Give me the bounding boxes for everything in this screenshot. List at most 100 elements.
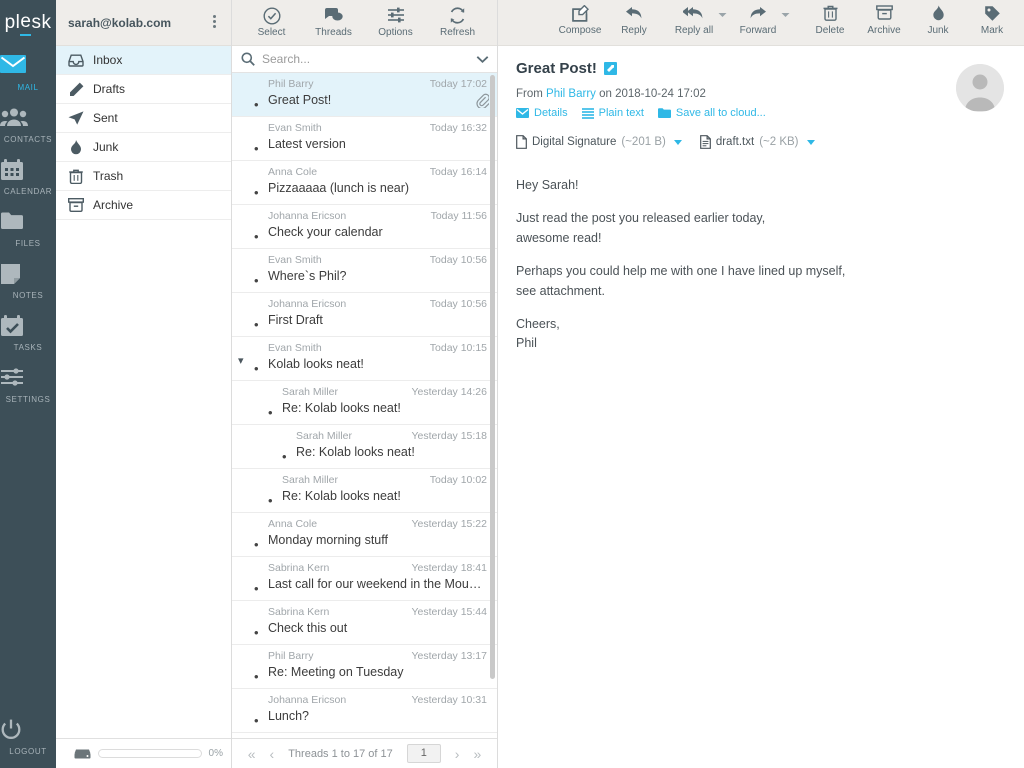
message-list-item[interactable]: Phil BarryYesterday 13:17•Re: Meeting on…	[232, 645, 497, 689]
reply-label: Reply	[612, 25, 656, 36]
options-button[interactable]: Options	[374, 7, 418, 38]
threads-label: Threads	[312, 27, 356, 38]
message-sender: Anna Cole	[268, 166, 430, 178]
folder-item-drafts[interactable]: Drafts	[56, 75, 231, 104]
prev-page-button[interactable]: ‹	[270, 746, 275, 762]
unread-dot-icon: •	[268, 406, 273, 419]
rail-item-calendar[interactable]: CALENDAR	[0, 150, 56, 202]
page-number-input[interactable]: 1	[407, 744, 441, 763]
attachment-draft-txt[interactable]: draft.txt (~2 KB)	[700, 135, 815, 149]
mark-button[interactable]: Mark	[970, 5, 1014, 36]
message-meta: Johanna EricsonToday 11:56	[268, 210, 487, 222]
logo-text-u: e	[20, 11, 31, 36]
search-bar[interactable]	[232, 46, 497, 73]
unread-dot-icon: •	[254, 186, 259, 199]
message-list-item[interactable]: Johanna EricsonToday 11:56•Check your ca…	[232, 205, 497, 249]
folder-item-sent[interactable]: Sent	[56, 104, 231, 133]
message-list-item[interactable]: Johanna EricsonYesterday 10:31•Lunch?	[232, 689, 497, 733]
flame-icon	[68, 139, 84, 155]
message-subject: First Draft	[268, 313, 487, 327]
forward-button[interactable]: Forward	[732, 5, 784, 36]
message-date: Yesterday 14:26	[411, 386, 487, 398]
quota-bar: 0%	[56, 738, 231, 768]
threads-button[interactable]: Threads	[312, 7, 356, 38]
message-list-item[interactable]: Phil BarryToday 17:02•Great Post!	[232, 73, 497, 117]
reply-all-button[interactable]: Reply all	[666, 5, 722, 36]
message-list-item[interactable]: Evan SmithToday 10:56•Where`s Phil?	[232, 249, 497, 293]
rail-item-tasks[interactable]: TASKS	[0, 306, 56, 358]
next-page-button[interactable]: ›	[455, 746, 460, 762]
attachment-name-1: draft.txt	[716, 136, 754, 148]
delete-button[interactable]: Delete	[808, 5, 852, 36]
message-date: Today 11:56	[431, 210, 487, 222]
compose-button[interactable]: Compose	[558, 5, 602, 36]
archive-button[interactable]: Archive	[862, 5, 906, 36]
message-list-scrollbar[interactable]	[490, 73, 495, 738]
message-date: Today 10:56	[430, 298, 487, 310]
folder-item-inbox[interactable]: Inbox	[56, 46, 231, 75]
message-list-item[interactable]: Sarah MillerToday 10:02•Re: Kolab looks …	[232, 469, 497, 513]
list-toolbar: Select Threads Options	[232, 0, 497, 46]
account-menu-icon[interactable]	[207, 15, 221, 30]
refresh-label: Refresh	[436, 27, 480, 38]
folder-label-junk: Junk	[93, 140, 118, 154]
forward-dropdown-icon[interactable]	[781, 12, 790, 18]
thread-expand-icon[interactable]: ▾	[238, 354, 244, 367]
delete-label: Delete	[808, 25, 852, 36]
message-body-paragraph: Hey Sarah!	[516, 176, 1006, 195]
attachment-dropdown-icon-0[interactable]	[674, 140, 682, 145]
details-label: Details	[534, 107, 568, 119]
refresh-button[interactable]: Refresh	[436, 7, 480, 38]
reply-all-dropdown-icon[interactable]	[718, 12, 727, 18]
inbox-icon	[68, 52, 84, 68]
reply-button[interactable]: Reply	[612, 5, 656, 36]
sender-avatar	[956, 64, 1004, 112]
message-date: Today 10:56	[430, 254, 487, 266]
message-list-item[interactable]: Sabrina KernYesterday 18:41•Last call fo…	[232, 557, 497, 601]
search-input[interactable]	[262, 52, 469, 66]
search-icon	[241, 52, 255, 66]
rail-item-logout[interactable]: LOGOUT	[0, 710, 56, 762]
message-subject: Where`s Phil?	[268, 269, 487, 283]
rail-item-contacts[interactable]: CONTACTS	[0, 98, 56, 150]
junk-button[interactable]: Junk	[916, 5, 960, 36]
select-button[interactable]: Select	[250, 7, 294, 38]
trash-icon	[68, 168, 84, 184]
message-subject: Re: Kolab looks neat!	[296, 445, 487, 459]
rail-label-mail: MAIL	[0, 83, 56, 92]
message-list-item[interactable]: Johanna EricsonToday 10:56•First Draft	[232, 293, 497, 337]
save-to-cloud-action[interactable]: Save all to cloud...	[658, 107, 766, 119]
folder-item-trash[interactable]: Trash	[56, 162, 231, 191]
message-list-item[interactable]: Anna ColeToday 16:14•Pizzaaaaa (lunch is…	[232, 161, 497, 205]
message-list-scroll: Phil BarryToday 17:02•Great Post!Evan Sm…	[232, 73, 497, 738]
message-date: Yesterday 15:44	[411, 606, 487, 618]
scrollbar-thumb[interactable]	[490, 75, 495, 679]
open-in-window-icon[interactable]	[604, 62, 617, 75]
message-list-item[interactable]: Evan SmithToday 16:32•Latest version	[232, 117, 497, 161]
rail-item-settings[interactable]: SETTINGS	[0, 358, 56, 410]
message-list-item[interactable]: ▾Evan SmithToday 10:15•Kolab looks neat!	[232, 337, 497, 381]
forward-label: Forward	[732, 25, 784, 36]
message-list-item[interactable]: Sarah MillerYesterday 14:26•Re: Kolab lo…	[232, 381, 497, 425]
message-list-item[interactable]: Sarah MillerYesterday 15:18•Re: Kolab lo…	[232, 425, 497, 469]
message-list[interactable]: Phil BarryToday 17:02•Great Post!Evan Sm…	[232, 73, 497, 738]
attachment-dropdown-icon-1[interactable]	[807, 140, 815, 145]
folder-item-archive[interactable]: Archive	[56, 191, 231, 220]
plain-text-action[interactable]: Plain text	[582, 107, 644, 119]
chevron-down-icon[interactable]	[476, 55, 489, 64]
message-date: Yesterday 18:41	[411, 562, 487, 574]
message-meta: Anna ColeToday 16:14	[268, 166, 487, 178]
details-action[interactable]: Details	[516, 107, 568, 119]
rail-item-mail[interactable]: MAIL	[0, 46, 56, 98]
message-sender[interactable]: Phil Barry	[546, 88, 596, 100]
last-page-button[interactable]: »	[473, 746, 481, 762]
attachment-digital-signature[interactable]: Digital Signature (~201 B)	[516, 135, 682, 149]
message-list-item[interactable]: Sabrina KernYesterday 15:44•Check this o…	[232, 601, 497, 645]
folder-item-junk[interactable]: Junk	[56, 133, 231, 162]
message-list-item[interactable]: Anna ColeYesterday 15:22•Monday morning …	[232, 513, 497, 557]
first-page-button[interactable]: «	[248, 746, 256, 762]
rail-item-notes[interactable]: NOTES	[0, 254, 56, 306]
message-subject: Monday morning stuff	[268, 533, 487, 547]
rail-item-files[interactable]: FILES	[0, 202, 56, 254]
message-meta: Evan SmithToday 16:32	[268, 122, 487, 134]
